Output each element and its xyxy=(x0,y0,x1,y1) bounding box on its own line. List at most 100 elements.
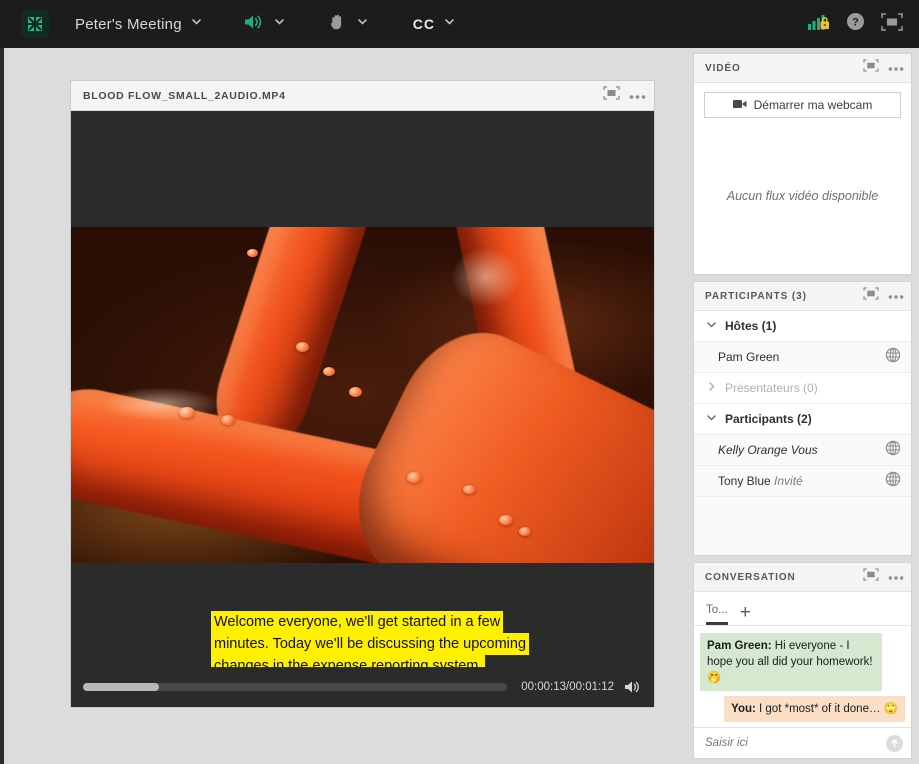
chat-sender: Pam Green: xyxy=(707,640,772,652)
closed-captions-menu[interactable]: CC xyxy=(413,15,456,33)
chat-input[interactable] xyxy=(705,737,886,749)
maximize-pod-icon[interactable] xyxy=(863,287,879,305)
send-arrow-icon[interactable] xyxy=(886,734,903,752)
chevron-down-icon xyxy=(443,15,456,33)
blood-cell xyxy=(463,485,476,494)
chat-tab-bar: To... + xyxy=(694,592,911,626)
blood-cell xyxy=(221,415,235,425)
audio-menu[interactable] xyxy=(243,12,286,37)
chevron-down-icon xyxy=(356,15,369,33)
maximize-pod-icon[interactable] xyxy=(863,59,879,77)
participants-empty-space xyxy=(694,497,911,555)
participant-row-kelly-orange[interactable]: Kelly Orange Vous xyxy=(694,435,911,466)
video-pod-header-icons xyxy=(863,59,904,77)
participant-name: Pam Green xyxy=(718,350,780,364)
video-pod: VIDÉO Démarrer ma webcam Aucun flux vidé… xyxy=(693,53,912,275)
video-stage[interactable]: Welcome everyone, we'll get started in a… xyxy=(71,111,654,707)
video-camera-icon xyxy=(732,98,747,112)
participant-name: Tony Blue Invité xyxy=(718,474,803,488)
pod-options-icon[interactable] xyxy=(888,568,904,586)
share-pod: BLOOD FLOW_SMALL_2AUDIO.MP4 Welcome ever… xyxy=(70,80,655,708)
chat-sender: You: xyxy=(731,703,756,715)
help-question-icon[interactable]: ? xyxy=(846,12,865,36)
tab-everyone[interactable]: To... xyxy=(706,604,728,625)
raise-hand-menu[interactable] xyxy=(328,12,369,37)
video-empty-message: Aucun flux vidéo disponible xyxy=(694,118,911,274)
meeting-title: Peter's Meeting xyxy=(75,15,182,33)
blood-cell xyxy=(323,367,335,376)
raise-hand-icon xyxy=(328,12,348,37)
globe-icon xyxy=(885,440,901,461)
meeting-app-window: Peter's Meeting CC ? BLOOD FLOW_SMALL_2A… xyxy=(0,0,919,764)
seek-bar[interactable] xyxy=(83,683,508,691)
maximize-pod-icon[interactable] xyxy=(603,86,620,105)
globe-icon xyxy=(885,347,901,368)
start-webcam-button[interactable]: Démarrer ma webcam xyxy=(704,92,901,118)
pod-options-icon[interactable] xyxy=(888,287,904,305)
blood-cell xyxy=(499,515,513,525)
specular-highlight xyxy=(451,247,521,307)
chevron-down-icon xyxy=(190,15,203,33)
svg-text:?: ? xyxy=(852,17,859,29)
participants-pod: PARTICIPANTS (3) Hôtes (1) Pam Green Pré… xyxy=(693,281,912,556)
fullscreen-icon[interactable] xyxy=(881,12,903,36)
meeting-title-menu[interactable]: Peter's Meeting xyxy=(49,15,203,33)
blood-cell xyxy=(519,527,531,536)
volume-button[interactable] xyxy=(624,679,642,695)
specular-highlight xyxy=(101,387,221,421)
group-label: Participants (2) xyxy=(725,412,812,426)
cc-label: CC xyxy=(412,16,435,32)
video-pod-header: VIDÉO xyxy=(694,54,911,83)
participants-group-hosts[interactable]: Hôtes (1) xyxy=(694,311,911,342)
toolbar-right-group: ? xyxy=(808,12,903,36)
blood-cell xyxy=(349,387,362,397)
chat-message-list: Pam Green: Hi everyone - I hope you all … xyxy=(694,626,911,727)
blood-cell xyxy=(247,249,258,257)
globe-icon xyxy=(885,471,901,492)
chat-input-row xyxy=(694,727,911,758)
share-pod-header: BLOOD FLOW_SMALL_2AUDIO.MP4 xyxy=(71,81,654,111)
chat-text: I got *most* of it done… 🙄 xyxy=(755,703,898,715)
seek-bar-progress xyxy=(83,683,160,691)
vessel-lower-artery xyxy=(330,307,654,563)
collapsed-left-panel[interactable] xyxy=(0,48,4,764)
chat-pod-title: CONVERSATION xyxy=(705,571,796,583)
participants-group-participants[interactable]: Participants (2) xyxy=(694,404,911,435)
group-label: Hôtes (1) xyxy=(725,319,777,333)
participants-group-presenters[interactable]: Présentateurs (0) xyxy=(694,373,911,404)
group-label: Présentateurs (0) xyxy=(725,381,818,395)
connection-strength-secure-icon[interactable] xyxy=(808,13,830,36)
participants-pod-header-icons xyxy=(863,287,904,305)
plus-icon[interactable]: + xyxy=(740,603,751,625)
pod-options-icon[interactable] xyxy=(629,87,646,105)
blood-cell xyxy=(296,342,309,352)
adobe-connect-logo-icon[interactable] xyxy=(21,10,49,38)
participants-pod-title: PARTICIPANTS (3) xyxy=(705,290,807,302)
blood-cell xyxy=(407,472,422,483)
participant-name: Kelly Orange Vous xyxy=(718,443,818,457)
video-pod-title: VIDÉO xyxy=(705,62,741,74)
caption-line: Welcome everyone, we'll get started in a… xyxy=(211,611,504,633)
chevron-right-icon xyxy=(706,379,717,397)
shared-video-frame xyxy=(71,227,654,563)
chat-message-me: You: I got *most* of it done… 🙄 xyxy=(724,696,905,722)
chevron-down-icon xyxy=(706,410,717,428)
chat-pod-header-icons xyxy=(863,568,904,586)
right-sidebar: VIDÉO Démarrer ma webcam Aucun flux vidé… xyxy=(693,53,912,759)
chat-message-other: Pam Green: Hi everyone - I hope you all … xyxy=(700,633,882,691)
participant-row-tony-blue[interactable]: Tony Blue Invité xyxy=(694,466,911,497)
share-pod-title: BLOOD FLOW_SMALL_2AUDIO.MP4 xyxy=(83,89,286,102)
participants-pod-header: PARTICIPANTS (3) xyxy=(694,282,911,311)
start-webcam-label: Démarrer ma webcam xyxy=(753,98,873,112)
maximize-pod-icon[interactable] xyxy=(863,568,879,586)
chevron-down-icon xyxy=(273,15,286,33)
speaker-on-icon xyxy=(243,12,265,37)
pod-options-icon[interactable] xyxy=(888,59,904,77)
caption-line: minutes. Today we'll be discussing the u… xyxy=(211,633,530,655)
chat-pod-header: CONVERSATION xyxy=(694,563,911,592)
top-toolbar: Peter's Meeting CC ? xyxy=(0,0,919,48)
video-player-controls: 00:00:13/00:01:12 xyxy=(71,667,654,707)
participant-row-pam-green[interactable]: Pam Green xyxy=(694,342,911,373)
chat-pod: CONVERSATION To... + Pam Green: Hi every… xyxy=(693,562,912,759)
chevron-down-icon xyxy=(706,317,717,335)
